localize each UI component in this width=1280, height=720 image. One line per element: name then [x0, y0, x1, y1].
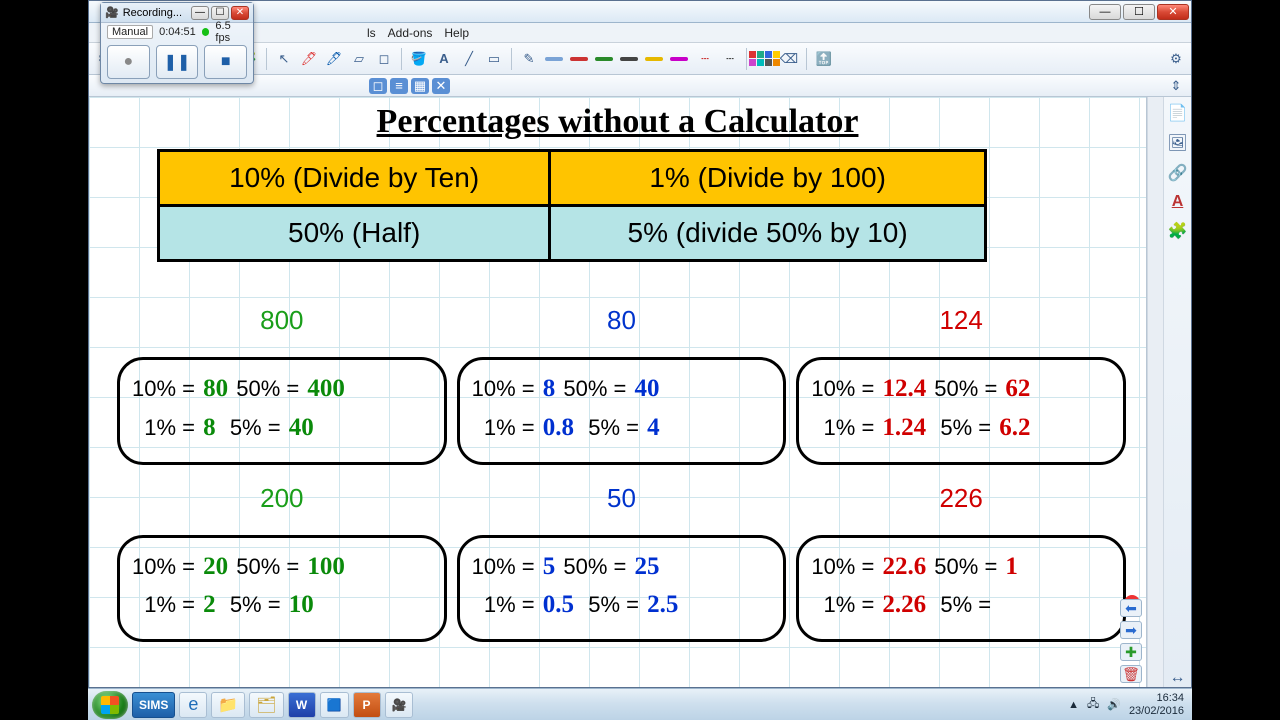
eraser-icon[interactable]: ▱ [348, 48, 370, 70]
line4-icon[interactable] [618, 48, 640, 70]
tool-c-icon[interactable]: ▦ [411, 78, 429, 94]
start-button[interactable] [92, 691, 128, 719]
taskbar-app-explorer[interactable]: 📁 [211, 692, 245, 718]
recorder-app-icon: 🎥 [105, 6, 119, 19]
recorder-mode[interactable]: Manual [107, 25, 153, 39]
window-close-button[interactable]: ✕ [1157, 4, 1189, 20]
shape-icon[interactable]: ▭ [483, 48, 505, 70]
window-maximize-button[interactable]: ☐ [1123, 4, 1155, 20]
dropdown-icon[interactable]: 🔝 [813, 48, 835, 70]
side-tool-panel: 📄 🖼 🔗 A 🧩 ↔ [1163, 97, 1191, 687]
menu-item[interactable]: Help [444, 26, 469, 40]
recorder-pause-button[interactable]: ❚❚ [156, 45, 199, 79]
taskbar-app-sims[interactable]: SIMS [132, 692, 175, 718]
tool-b-icon[interactable]: ≡ [390, 78, 408, 94]
recorder-close-button[interactable]: ✕ [231, 6, 249, 20]
side-text-icon[interactable]: A [1172, 193, 1184, 211]
taskbar-app-folder[interactable]: 🗂 [249, 692, 283, 718]
recording-indicator-icon [202, 28, 210, 36]
line6-icon[interactable] [668, 48, 690, 70]
pen-red-icon[interactable]: 🖊 [298, 48, 320, 70]
main-toolbar: ✂ 📷 🖼 🔍 🖱 🧩 ↖ 🖊 🖊 ▱ ◻ 🪣 A ╱ ▭ ✎ [89, 43, 1191, 75]
tool-a-icon[interactable]: ◻ [369, 78, 387, 94]
color-palette-icon[interactable] [753, 48, 775, 70]
taskbar-app-powerpoint[interactable]: P [353, 692, 381, 718]
collapse-toolbar-icon[interactable]: ⇕ [1165, 75, 1187, 97]
example-bubble: 10% = 80 50% = 400 1% = 8 5% = 40 [117, 357, 447, 465]
settings-gear-icon[interactable]: ⚙ [1165, 48, 1187, 70]
screen-recorder-panel[interactable]: 🎥 Recording... — ☐ ✕ Manual 0:04:51 6.5 … [100, 2, 254, 84]
side-attach-icon[interactable]: 🔗 [1168, 163, 1188, 183]
menu-item[interactable]: ls [367, 26, 376, 40]
add-page-button[interactable]: ✚ [1120, 643, 1142, 661]
line5-icon[interactable] [643, 48, 665, 70]
taskbar-app-smart[interactable]: 🟦 [320, 692, 349, 718]
line1-icon[interactable] [543, 48, 565, 70]
example-header: 800 [117, 305, 447, 339]
cursor-icon[interactable]: ↖ [273, 48, 295, 70]
secondary-toolbar: ◻ ≡ ▦ ✕ ⇕ [89, 75, 1191, 97]
line3-icon[interactable] [593, 48, 615, 70]
dash1-icon[interactable]: ┄ [693, 48, 715, 70]
recorder-record-button[interactable]: ● [107, 45, 150, 79]
example-bubble: 10% = 12.4 50% = 62 1% = 1.24 5% = 6.2 [796, 357, 1126, 465]
side-page-icon[interactable]: 📄 [1168, 103, 1188, 123]
example-bubble: 10% = 5 50% = 25 1% = 0.5 5% = 2.5 [457, 535, 787, 643]
recorder-time: 0:04:51 [159, 26, 196, 38]
tray-sound-icon[interactable]: 🔊 [1107, 698, 1121, 711]
system-tray[interactable]: ▲ 🖧 🔊 16:34 23/02/2016 [1068, 692, 1188, 716]
recorder-max-button[interactable]: ☐ [211, 6, 229, 20]
tray-flag-icon[interactable]: ▲ [1068, 699, 1079, 711]
rule-50-percent: 50% (Half) [159, 206, 550, 261]
example-header: 50 [457, 483, 787, 517]
window-minimize-button[interactable]: — [1089, 4, 1121, 20]
delete-page-button[interactable]: 🗑 [1120, 665, 1142, 683]
percentage-rules-table: 10% (Divide by Ten) 1% (Divide by 100) 5… [157, 149, 987, 262]
bucket-icon[interactable]: 🪣 [408, 48, 430, 70]
window-titlebar[interactable]: — ☐ ✕ [89, 1, 1191, 23]
side-addon-icon[interactable]: 🧩 [1168, 221, 1188, 241]
shapes-icon[interactable]: ◻ [373, 48, 395, 70]
page-navigation: ⬅ ➡ ✚ 🗑 [1120, 599, 1142, 683]
example-header: 226 [796, 483, 1126, 517]
rule-1-percent: 1% (Divide by 100) [550, 151, 986, 206]
next-page-button[interactable]: ➡ [1120, 621, 1142, 639]
pen-tool-icon[interactable]: ✎ [518, 48, 540, 70]
vertical-scrollbar[interactable] [1147, 97, 1163, 687]
taskbar-app-word[interactable]: W [288, 692, 316, 718]
pen-blue-icon[interactable]: 🖊 [323, 48, 345, 70]
example-bubble: 10% = 8 50% = 40 1% = 0.8 5% = 4 [457, 357, 787, 465]
taskbar-app-ie[interactable]: e [179, 692, 207, 718]
clear-icon[interactable]: ⌫ [778, 48, 800, 70]
text-icon[interactable]: A [433, 48, 455, 70]
side-gallery-icon[interactable]: 🖼 [1167, 133, 1187, 153]
page-title: Percentages without a Calculator [89, 103, 1146, 141]
whiteboard-app-window: — ☐ ✕ ls Add-ons Help ✂ 📷 🖼 🔍 🖱 🧩 ↖ 🖊 🖊 … [88, 0, 1192, 688]
example-header: 80 [457, 305, 787, 339]
dash2-icon[interactable]: ┄ [718, 48, 740, 70]
side-expand-icon[interactable]: ↔ [1170, 669, 1186, 687]
taskbar-app-recorder[interactable]: 🎥 [385, 692, 414, 718]
tray-network-icon[interactable]: 🖧 [1087, 695, 1099, 714]
menu-item[interactable]: Add-ons [388, 26, 433, 40]
recorder-min-button[interactable]: — [191, 6, 209, 20]
rule-5-percent: 5% (divide 50% by 10) [550, 206, 986, 261]
line2-icon[interactable] [568, 48, 590, 70]
example-header: 200 [117, 483, 447, 517]
prev-page-button[interactable]: ⬅ [1120, 599, 1142, 617]
menu-bar[interactable]: ls Add-ons Help [89, 23, 1191, 43]
recorder-stop-button[interactable]: ■ [204, 45, 247, 79]
rule-10-percent: 10% (Divide by Ten) [159, 151, 550, 206]
recorder-fps: 6.5 fps [215, 20, 247, 44]
recorder-title: Recording... [123, 7, 182, 19]
example-bubble: 10% = 20 50% = 100 1% = 2 5% = 10 [117, 535, 447, 643]
line-icon[interactable]: ╱ [458, 48, 480, 70]
whiteboard-canvas[interactable]: Percentages without a Calculator 10% (Di… [89, 97, 1147, 687]
example-bubble: 10% = 22.6 50% = 1 1% = 2.26 5% = [796, 535, 1126, 643]
taskbar[interactable]: SIMS e 📁 🗂 W 🟦 P 🎥 ▲ 🖧 🔊 16:34 23/02/201… [88, 688, 1192, 720]
example-header: 124 [796, 305, 1126, 339]
tray-clock[interactable]: 16:34 23/02/2016 [1129, 692, 1184, 716]
tool-d-icon[interactable]: ✕ [432, 78, 450, 94]
